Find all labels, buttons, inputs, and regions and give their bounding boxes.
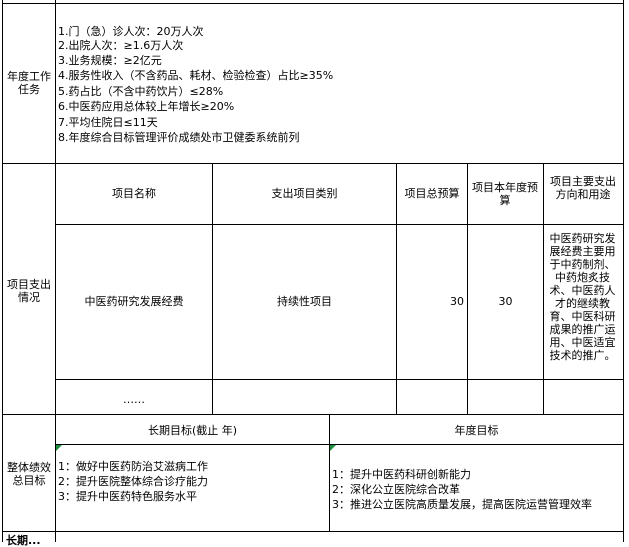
cell-expense-category: 持续性项目 <box>277 295 332 308</box>
long-term-item: 3：提升中医药特色服务水平 <box>58 490 197 503</box>
ellipsis-row: …… <box>123 393 145 406</box>
comment-marker <box>56 445 62 451</box>
header-total-budget: 项目总预算 <box>404 187 460 200</box>
annual-task-item: 7.平均住院日≤11天 <box>58 116 158 129</box>
annual-target-item: 1：提升中医药科研创新能力 <box>332 468 471 481</box>
cell-total-budget: 30 <box>450 295 464 308</box>
annual-task-item: 1.门（急）诊人次：20万人次 <box>58 25 204 38</box>
long-term-item: 1：做好中医药防治艾滋病工作 <box>58 460 208 473</box>
annual-target-item: 2：深化公立医院综合改革 <box>332 483 460 496</box>
header-expense-category: 支出项目类别 <box>271 187 338 200</box>
project-expense-label: 项目支出情况 <box>7 278 51 304</box>
annual-target-header: 年度目标 <box>454 424 499 437</box>
long-term-header: 长期目标(截止 年) <box>147 424 238 437</box>
bottom-partial-label: 长期... <box>6 534 41 547</box>
annual-task-item: 3.业务规模：≥2亿元 <box>58 54 162 67</box>
comment-marker <box>330 445 336 451</box>
header-purpose: 项目主要支出方向和用途 <box>550 175 616 201</box>
annual-task-item: 4.服务性收入（不含药品、耗材、检验检查）占比≥35% <box>58 69 334 82</box>
cell-purpose: 中医药研究发展经费主要用于中药制剂、中药炮炙技术、中医药人才的继续教育、中医科研… <box>549 232 616 362</box>
annual-task-label: 年度工作任务 <box>7 70 51 96</box>
header-year-budget: 项目本年度预算 <box>472 181 538 207</box>
annual-task-item: 5.药占比（不含中药饮片）≤28% <box>58 85 224 98</box>
long-term-item: 2：提升医院整体综合诊疗能力 <box>58 475 208 488</box>
annual-task-item: 6.中医药应用总体较上年增长≥20% <box>58 100 235 113</box>
annual-target-item: 3：推进公立医院高质量发展，提高医院运营管理效率 <box>332 498 592 511</box>
header-project-name: 项目名称 <box>112 187 156 200</box>
annual-task-item: 8.年度综合目标管理评价成绩处市卫健委系统前列 <box>58 131 300 144</box>
annual-task-item: 2.出院人次：≥1.6万人次 <box>58 39 184 52</box>
cell-year-budget: 30 <box>498 295 513 308</box>
performance-label: 整体绩效总目标 <box>7 461 51 487</box>
cell-project-name: 中医药研究发展经费 <box>84 295 184 308</box>
